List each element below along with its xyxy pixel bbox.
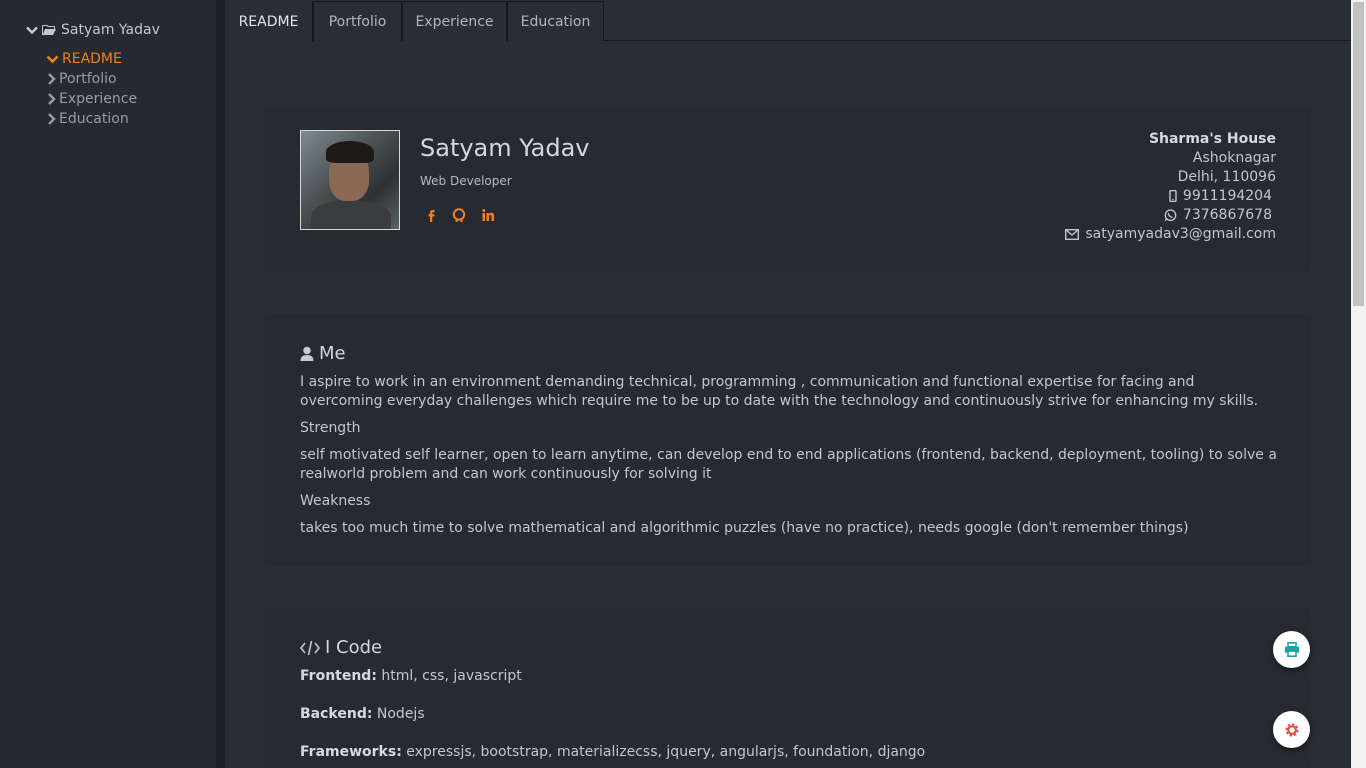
- avatar: [300, 130, 400, 230]
- tree-root-label: Satyam Yadav: [61, 22, 160, 38]
- mobile-phone-icon: [1169, 190, 1177, 202]
- profile-role: Web Developer: [420, 174, 512, 188]
- about-intro: I aspire to work in an environment deman…: [300, 374, 1259, 409]
- skill-frameworks: Frameworks: expressjs, bootstrap, materi…: [300, 743, 1280, 762]
- chevron-right-icon: [48, 73, 56, 85]
- code-icon: [300, 640, 320, 655]
- page-scrollbar[interactable]: [1351, 0, 1366, 768]
- tab-portfolio[interactable]: Portfolio: [313, 1, 402, 41]
- tab-experience[interactable]: Experience: [402, 1, 507, 41]
- facebook-icon[interactable]: [423, 207, 439, 223]
- print-icon: [1284, 642, 1299, 657]
- weakness-label: Weakness: [300, 493, 371, 509]
- tab-label: Portfolio: [328, 13, 387, 30]
- tree-root-satyam-yadav[interactable]: Satyam Yadav: [26, 20, 160, 40]
- sidebar-item-label: Experience: [59, 91, 138, 107]
- skill-backend: Backend: Nodejs: [300, 705, 1280, 724]
- whatsapp-icon: [1164, 208, 1177, 221]
- envelope-icon: [1065, 228, 1080, 240]
- strength-text: self motivated self learner, open to lea…: [300, 447, 1277, 482]
- sidebar-item-experience[interactable]: Experience: [46, 89, 137, 109]
- chevron-down-icon: [46, 55, 59, 64]
- settings-button[interactable]: [1273, 711, 1310, 748]
- gear-icon: [1285, 723, 1298, 736]
- scrollbar-thumb[interactable]: [1353, 2, 1364, 306]
- chevron-down-icon: [26, 26, 38, 35]
- github-icon[interactable]: [451, 207, 467, 223]
- strength-label: Strength: [300, 420, 361, 436]
- tab-education[interactable]: Education: [507, 1, 604, 41]
- section-title-code: I Code: [300, 637, 382, 658]
- tab-readme[interactable]: README: [225, 1, 313, 42]
- sidebar-item-label: README: [62, 51, 122, 67]
- email-line: satyamyadav3@gmail.com: [1065, 226, 1276, 242]
- skill-label: Frontend:: [300, 668, 377, 684]
- sidebar-item-label: Education: [59, 111, 129, 127]
- print-button[interactable]: [1273, 631, 1310, 668]
- skill-value: expressjs, bootstrap, materializecss, jq…: [406, 744, 926, 760]
- sidebar-item-readme[interactable]: README: [46, 49, 122, 69]
- avatar-hair-shape: [326, 141, 374, 163]
- skill-frontend: Frontend: html, css, javascript: [300, 667, 1280, 686]
- avatar-body-shape: [311, 201, 391, 229]
- section-title-text: I Code: [325, 637, 383, 658]
- address-line-1: Sharma's House: [1148, 131, 1276, 147]
- sidebar-item-portfolio[interactable]: Portfolio: [46, 69, 117, 89]
- user-icon: [300, 346, 314, 361]
- chevron-right-icon: [48, 93, 56, 105]
- tab-bar: README Portfolio Experience Education: [225, 0, 1351, 42]
- tab-label: Experience: [415, 13, 494, 30]
- profile-name: Satyam Yadav: [420, 134, 590, 162]
- weakness-text: takes too much time to solve mathematica…: [300, 520, 1189, 536]
- sidebar-item-label: Portfolio: [59, 71, 117, 87]
- chevron-right-icon: [48, 113, 56, 125]
- skill-label: Backend:: [300, 706, 373, 722]
- section-title-me: Me: [300, 343, 346, 364]
- whatsapp-line: 7376867678: [1164, 207, 1272, 223]
- section-title-text: Me: [319, 343, 346, 364]
- folder-open-icon: [42, 25, 56, 35]
- linkedin-icon[interactable]: [480, 207, 496, 223]
- skill-value: html, css, javascript: [381, 668, 522, 684]
- address-line-2: Ashoknagar: [1192, 150, 1276, 166]
- whatsapp-number: 7376867678: [1182, 207, 1272, 223]
- phone-number: 9911194204: [1182, 188, 1272, 204]
- sidebar: Satyam Yadav README Portfolio Experience…: [0, 0, 216, 768]
- address-line-3: Delhi, 110096: [1177, 169, 1276, 185]
- skill-value: Nodejs: [376, 706, 425, 722]
- sidebar-resize-handle[interactable]: [216, 0, 225, 768]
- email-address[interactable]: satyamyadav3@gmail.com: [1085, 226, 1276, 242]
- tab-label: Education: [520, 13, 591, 30]
- tab-label: README: [238, 13, 299, 30]
- sidebar-item-education[interactable]: Education: [46, 109, 129, 129]
- skill-label: Frameworks:: [300, 744, 402, 760]
- phone-line: 9911194204: [1169, 188, 1272, 204]
